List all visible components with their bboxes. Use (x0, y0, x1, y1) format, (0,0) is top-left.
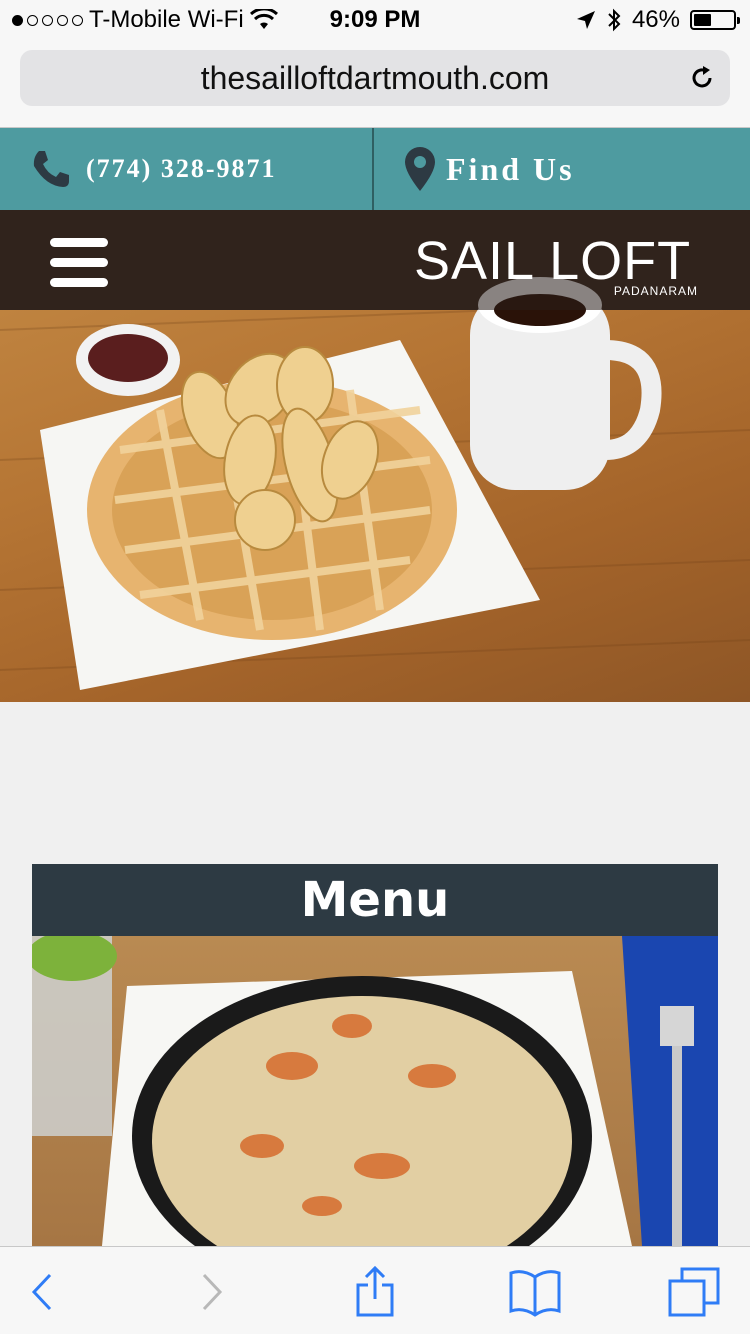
menu-image[interactable] (32, 936, 718, 1246)
status-bar: T-Mobile Wi-Fi 9:09 PM 46% (0, 0, 750, 40)
reload-icon[interactable] (688, 64, 716, 92)
address-bar[interactable]: thesailloftdartmouth.com (20, 50, 730, 106)
back-icon[interactable] (16, 1265, 70, 1319)
url-text[interactable]: thesailloftdartmouth.com (20, 60, 730, 97)
browser-toolbar (0, 1246, 750, 1334)
location-arrow-icon (576, 11, 595, 29)
bluetooth-icon (608, 8, 621, 32)
contact-bar: (774) 328-9871 Find Us (0, 128, 750, 210)
logo-text: SAIL LOFT (414, 231, 692, 291)
battery-percent: 46% (631, 6, 680, 33)
tabs-icon[interactable] (668, 1265, 722, 1319)
battery-icon (690, 10, 740, 30)
find-us-label[interactable]: Find Us (446, 151, 575, 188)
menu-hamburger-icon[interactable] (50, 238, 108, 288)
menu-card[interactable]: Menu (32, 864, 718, 1246)
forward-icon[interactable] (184, 1265, 238, 1319)
hero-image: SAIL LOFT PADANARAM (0, 210, 750, 702)
mac-and-cheese-photo (32, 936, 718, 1246)
phone-link[interactable]: (774) 328-9871 (0, 128, 374, 210)
phone-number[interactable]: (774) 328-9871 (86, 154, 276, 184)
share-icon[interactable] (348, 1265, 402, 1319)
phone-icon (33, 151, 69, 187)
logo-subtitle: PADANARAM (613, 284, 698, 298)
browser-address-area: thesailloftdartmouth.com (0, 40, 750, 128)
find-us-link[interactable]: Find Us (374, 128, 750, 210)
menu-title[interactable]: Menu (32, 864, 718, 936)
map-pin-icon (405, 147, 435, 191)
bookmarks-icon[interactable] (508, 1265, 562, 1319)
site-logo[interactable]: SAIL LOFT PADANARAM (414, 230, 704, 300)
